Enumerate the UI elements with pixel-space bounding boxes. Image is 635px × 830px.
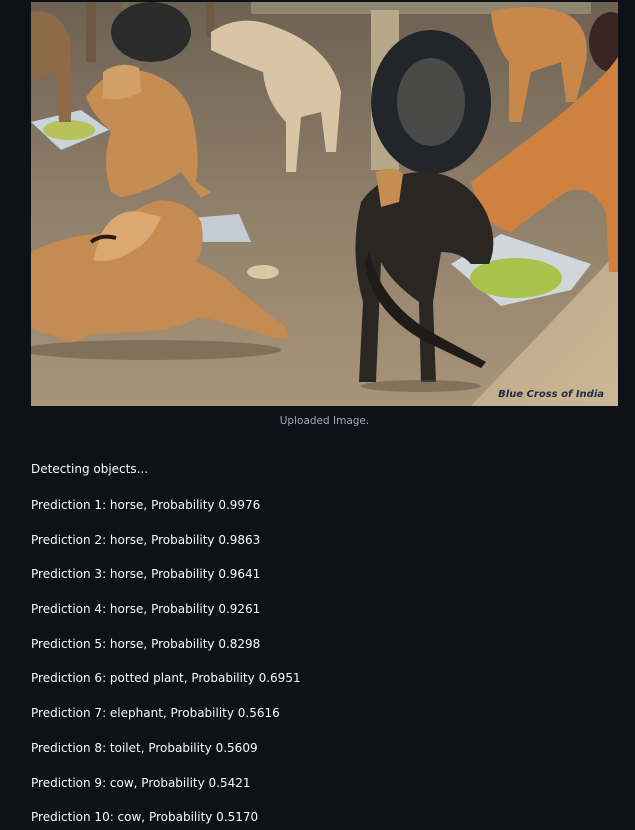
dogs-photo — [31, 2, 618, 406]
prediction-item: Prediction 7: elephant, Probability 0.56… — [31, 706, 280, 721]
prediction-item: Prediction 4: horse, Probability 0.9261 — [31, 602, 261, 617]
prediction-list: Prediction 1: horse, Probability 0.9976 … — [31, 497, 301, 830]
uploaded-image: Blue Cross of India — [31, 2, 618, 406]
status-text: Detecting objects... — [31, 462, 149, 476]
prediction-item: Prediction 9: cow, Probability 0.5421 — [31, 775, 251, 790]
prediction-item: Prediction 10: cow, Probability 0.5170 — [31, 810, 259, 825]
image-caption: Uploaded Image. — [279, 415, 370, 427]
prediction-item: Prediction 3: horse, Probability 0.9641 — [31, 567, 261, 582]
prediction-item: Prediction 6: potted plant, Probability … — [31, 671, 301, 686]
app-page: Blue Cross of India Uploaded Image. Dete… — [0, 0, 635, 830]
prediction-item: Prediction 8: toilet, Probability 0.5609 — [31, 740, 258, 755]
prediction-item: Prediction 2: horse, Probability 0.9863 — [31, 532, 261, 547]
image-watermark: Blue Cross of India — [498, 389, 604, 400]
prediction-item: Prediction 1: horse, Probability 0.9976 — [31, 498, 261, 512]
prediction-item: Prediction 5: horse, Probability 0.8298 — [31, 636, 261, 651]
